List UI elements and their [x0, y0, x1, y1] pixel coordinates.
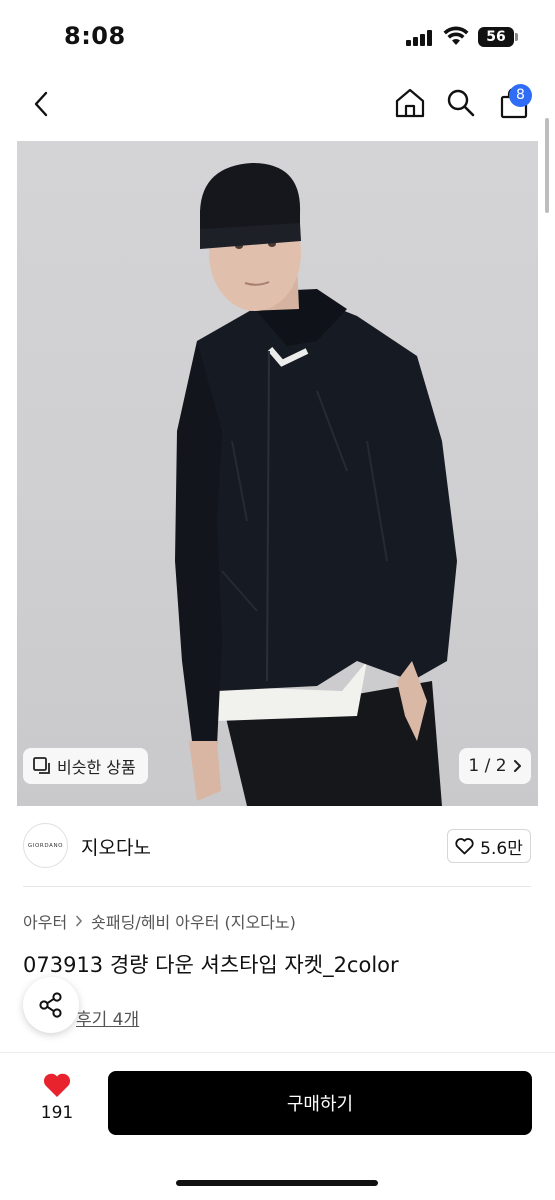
- heart-outline-icon: [455, 837, 474, 854]
- buy-button[interactable]: 구매하기: [108, 1071, 532, 1135]
- chevron-right-icon: [513, 760, 521, 772]
- search-icon: [447, 89, 475, 117]
- home-button[interactable]: [392, 84, 428, 122]
- share-button[interactable]: [23, 977, 79, 1033]
- page-scrollbar[interactable]: [545, 118, 549, 213]
- brand-logo[interactable]: GIORDANO: [23, 823, 68, 868]
- wishlist-button[interactable]: 191: [34, 1072, 80, 1132]
- wifi-icon: [443, 26, 469, 45]
- heart-filled-icon: [43, 1073, 71, 1097]
- share-icon: [39, 992, 62, 1018]
- breadcrumb-level1[interactable]: 아우터: [23, 909, 67, 933]
- app-header: [0, 72, 555, 136]
- similar-icon: [33, 757, 50, 774]
- battery-icon: 56: [478, 27, 514, 47]
- cellular-signal-icon: [406, 30, 434, 46]
- search-button[interactable]: [443, 84, 479, 122]
- image-pager-label: 1 / 2: [468, 756, 507, 776]
- status-time: 8:08: [64, 22, 126, 50]
- product-title: 073913 경량 다운 셔츠타입 자켓_2color: [23, 953, 399, 977]
- brand-like-count: 5.6만: [480, 838, 523, 859]
- back-button[interactable]: [24, 86, 58, 122]
- brand-like-button[interactable]: 5.6만: [447, 829, 531, 863]
- breadcrumb: 아우터 숏패딩/헤비 아우터 (지오다노): [23, 909, 296, 933]
- home-indicator: [176, 1180, 378, 1186]
- breadcrumb-level2[interactable]: 숏패딩/헤비 아우터 (지오다노): [91, 909, 296, 933]
- cart-count-badge: 8: [509, 84, 532, 107]
- battery-cap: [515, 33, 518, 41]
- brand-name[interactable]: 지오다노: [81, 833, 151, 860]
- similar-items-button[interactable]: 비슷한 상품: [23, 748, 148, 784]
- product-image[interactable]: [17, 141, 538, 806]
- chevron-right-icon: [76, 915, 83, 927]
- brand-logo-text: GIORDANO: [27, 842, 64, 849]
- wishlist-count: 191: [40, 1103, 74, 1123]
- divider: [23, 886, 531, 887]
- review-link[interactable]: 후기 4개: [76, 1005, 139, 1030]
- status-bar: 8:08 56: [0, 0, 555, 72]
- divider: [0, 1052, 555, 1053]
- back-icon: [34, 91, 48, 117]
- home-icon: [395, 88, 425, 118]
- buy-button-label: 구매하기: [286, 1094, 354, 1115]
- product-photo: [175, 163, 457, 806]
- similar-items-label: 비슷한 상품: [57, 758, 136, 777]
- image-pager-button[interactable]: 1 / 2: [459, 748, 531, 784]
